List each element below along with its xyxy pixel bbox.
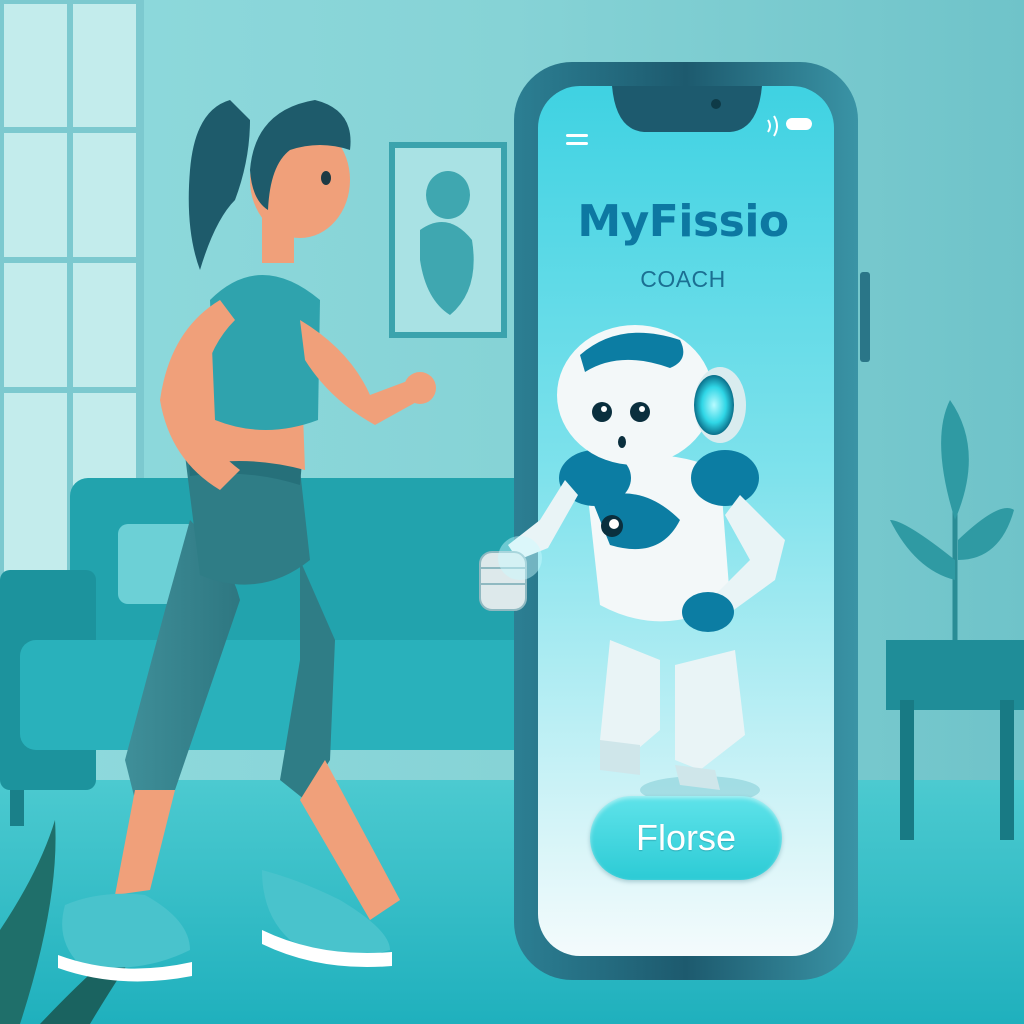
- app-title: MyFissio: [577, 196, 789, 247]
- cta-button[interactable]: Florse: [590, 796, 782, 880]
- illustration-scene: [0, 0, 1024, 1024]
- app-subtitle: COACH: [640, 266, 726, 292]
- wall-picture: [389, 142, 507, 338]
- battery-icon: [786, 118, 812, 130]
